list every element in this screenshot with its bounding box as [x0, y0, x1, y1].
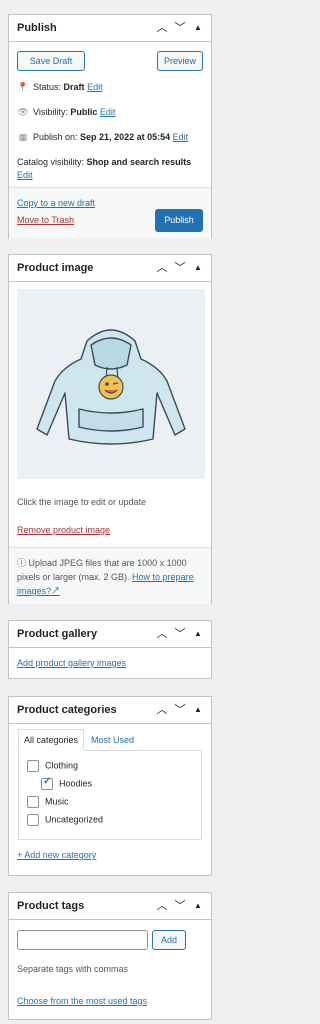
tab-most-used[interactable]: Most Used — [91, 735, 134, 745]
category-list: Clothing Hoodies Music Uncategorized — [18, 750, 202, 840]
catalog-edit-link[interactable]: Edit — [17, 170, 33, 180]
status-edit-link[interactable]: Edit — [87, 82, 103, 92]
catalog-row: Catalog visibility: Shop and search resu… — [17, 157, 192, 180]
product-tags-panel: Product tags ︿ ﹀ ▲ Add Separate tags wit… — [8, 892, 212, 1020]
publish-header: Publish ︿ ﹀ ▲ — [9, 15, 211, 42]
add-category-link[interactable]: + Add new category — [17, 850, 96, 860]
calendar-icon: ▦ — [18, 132, 28, 142]
external-link-icon: ↗ — [51, 586, 61, 596]
pin-icon: 📍 — [17, 82, 29, 92]
preview-button[interactable]: Preview — [157, 51, 203, 71]
status-row: 📍 Status: Draft Edit — [17, 82, 103, 92]
move-down-icon[interactable]: ﹀ — [173, 261, 187, 275]
publish-title: Publish — [17, 22, 57, 34]
publish-button[interactable]: Publish — [155, 209, 203, 232]
move-up-icon[interactable]: ︿ — [155, 627, 169, 641]
publish-footer: Copy to a new draft Move to Trash Publis… — [9, 187, 211, 239]
tab-all-categories[interactable]: All categories — [18, 729, 84, 751]
category-label: Hoodies — [59, 778, 93, 789]
upload-note-area: ⓘ Upload JPEG files that are 1000 x 1000… — [9, 547, 211, 604]
move-down-icon[interactable]: ﹀ — [173, 21, 187, 35]
copy-draft-link[interactable]: Copy to a new draft — [17, 198, 95, 208]
visibility-row: 👁 Visibility: Public Edit — [17, 107, 116, 117]
move-up-icon[interactable]: ︿ — [155, 703, 169, 717]
category-checkbox[interactable] — [27, 796, 39, 808]
category-item[interactable]: Music — [27, 796, 69, 808]
category-label: Music — [45, 796, 69, 807]
move-up-icon[interactable]: ︿ — [155, 899, 169, 913]
category-checkbox[interactable] — [41, 776, 53, 790]
tag-input[interactable] — [17, 930, 148, 950]
tags-hint: Separate tags with commas — [17, 964, 129, 974]
category-checkbox[interactable] — [27, 814, 39, 826]
product-categories-panel: Product categories ︿ ﹀ ▲ All categories … — [8, 696, 212, 876]
toggle-icon[interactable]: ▲ — [191, 703, 205, 717]
info-icon: ⓘ — [17, 558, 27, 568]
publish-panel: Publish ︿ ﹀ ▲ Save Draft Preview 📍 Status… — [8, 14, 212, 239]
toggle-icon[interactable]: ▲ — [191, 261, 205, 275]
move-down-icon[interactable]: ﹀ — [173, 899, 187, 913]
category-label: Uncategorized — [45, 814, 104, 825]
category-checkbox[interactable] — [27, 760, 39, 772]
upload-note: ⓘ Upload JPEG files that are 1000 x 1000… — [17, 558, 194, 596]
visibility-edit-link[interactable]: Edit — [100, 107, 116, 117]
tags-header: Product tags ︿ ﹀ ▲ — [9, 893, 211, 920]
toggle-icon[interactable]: ▲ — [191, 627, 205, 641]
categories-header: Product categories ︿ ﹀ ▲ — [9, 697, 211, 724]
category-label: Clothing — [45, 760, 79, 771]
remove-image-link[interactable]: Remove product image — [17, 525, 110, 535]
toggle-icon[interactable]: ▲ — [191, 21, 205, 35]
move-up-icon[interactable]: ︿ — [155, 261, 169, 275]
product-image-panel: Product image ︿ ﹀ ▲ Click the image to e… — [8, 254, 212, 604]
move-up-icon[interactable]: ︿ — [155, 21, 169, 35]
date-edit-link[interactable]: Edit — [173, 132, 189, 142]
save-draft-button[interactable]: Save Draft — [17, 51, 85, 71]
add-tag-button[interactable]: Add — [152, 930, 186, 950]
gallery-title: Product gallery — [17, 628, 98, 640]
category-item[interactable]: Clothing — [27, 760, 78, 772]
image-help-text: Click the image to edit or update — [17, 497, 147, 507]
category-item[interactable]: Uncategorized — [27, 814, 103, 826]
move-trash-link[interactable]: Move to Trash — [17, 215, 74, 225]
product-image-title: Product image — [17, 262, 94, 274]
categories-title: Product categories — [17, 704, 117, 716]
product-image-thumbnail[interactable] — [17, 289, 205, 479]
eye-icon: 👁 — [17, 107, 29, 117]
product-gallery-panel: Product gallery ︿ ﹀ ▲ Add product galler… — [8, 620, 212, 679]
move-down-icon[interactable]: ﹀ — [173, 627, 187, 641]
tags-title: Product tags — [17, 900, 85, 912]
category-item[interactable]: Hoodies — [41, 776, 93, 790]
product-image-header: Product image ︿ ﹀ ▲ — [9, 255, 211, 282]
publish-date-row: ▦ Publish on: Sep 21, 2022 at 05:54 Edit — [18, 132, 189, 142]
gallery-header: Product gallery ︿ ﹀ ▲ — [9, 621, 211, 648]
toggle-icon[interactable]: ▲ — [191, 899, 205, 913]
hoodie-image — [36, 329, 186, 445]
move-down-icon[interactable]: ﹀ — [173, 703, 187, 717]
panel-controls: ︿ ﹀ ▲ — [155, 20, 205, 36]
choose-tags-link[interactable]: Choose from the most used tags — [17, 996, 147, 1006]
add-gallery-link[interactable]: Add product gallery images — [17, 658, 126, 668]
